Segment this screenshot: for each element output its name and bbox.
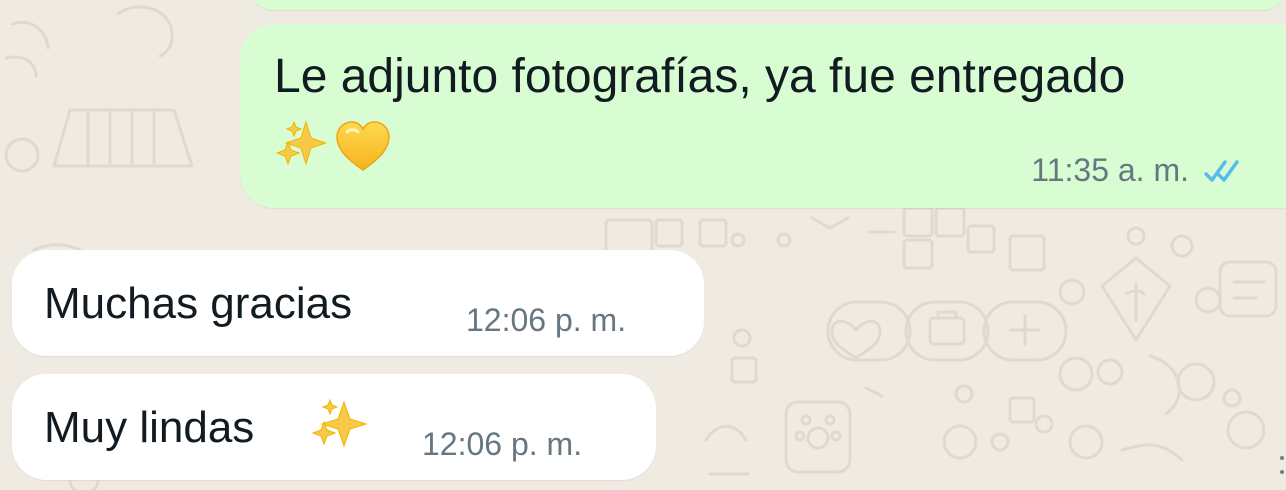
previous-message-bubble	[248, 0, 1286, 10]
message-timestamp: 12:06 p. m.	[422, 426, 583, 462]
side-handle-icon	[1280, 456, 1284, 474]
message-text: Muchas gracias	[44, 279, 353, 328]
yellow-heart-icon	[336, 121, 390, 171]
outgoing-message-bubble[interactable]: Le adjunto fotografías, ya fue entregado…	[240, 24, 1286, 208]
emoji-row	[276, 116, 394, 178]
incoming-message-bubble[interactable]: Muchas gracias 12:06 p. m.	[12, 250, 704, 356]
sparkles-icon	[276, 120, 326, 166]
message-text: Muy lindas	[44, 403, 255, 452]
message-timestamp: 11:35 a. m.	[1031, 152, 1189, 188]
sparkles-icon	[311, 398, 368, 448]
message-timestamp: 12:06 p. m.	[466, 302, 627, 338]
double-check-read-icon	[1204, 160, 1239, 182]
incoming-message-bubble[interactable]: Muy lindas 12:06 p. m.	[12, 374, 656, 480]
message-text: Le adjunto fotografías, ya fue entregado	[274, 50, 1126, 103]
